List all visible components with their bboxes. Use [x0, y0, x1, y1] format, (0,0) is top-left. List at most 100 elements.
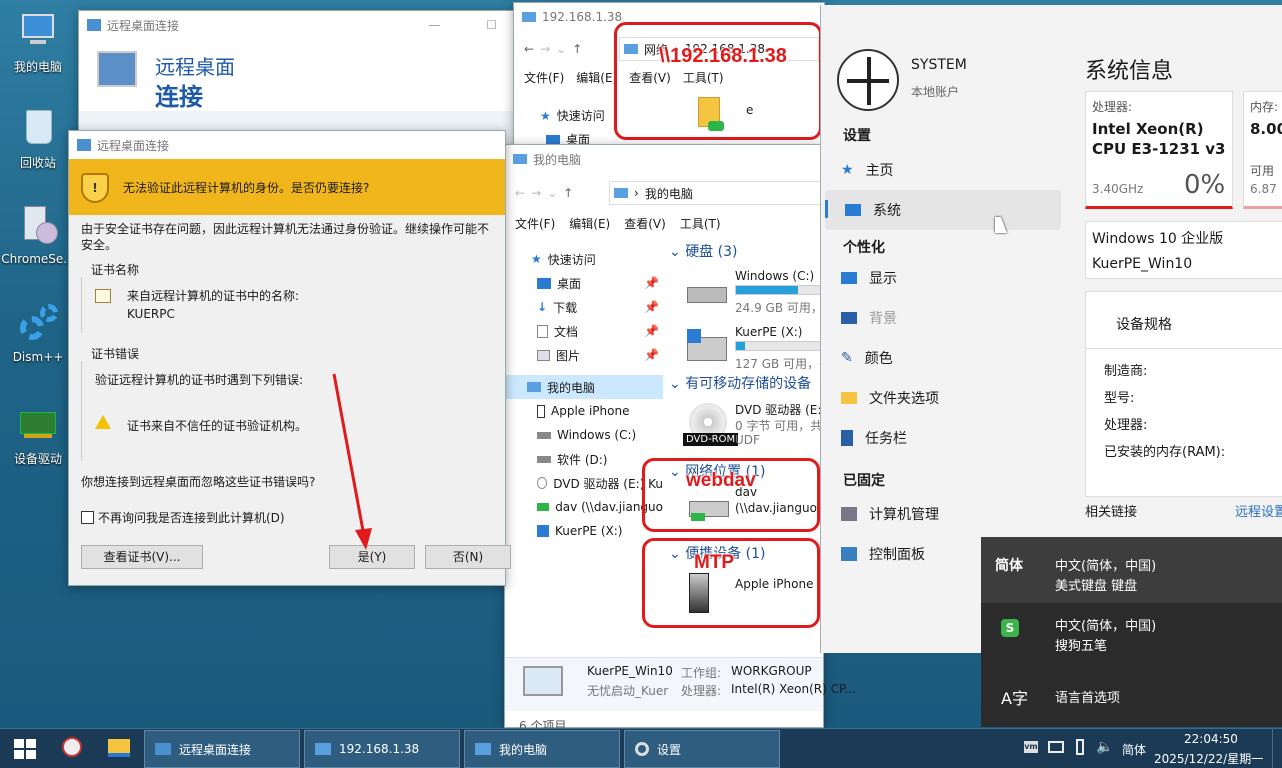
details-pane: KuerPE_Win10 无忧启动_Kuer 工作组: WORKGROUP 处理… — [505, 657, 856, 711]
desktop-icon-device-drivers[interactable]: 设备驱动 — [0, 402, 76, 467]
desktop-icon — [546, 134, 560, 145]
ime-option-english[interactable]: 简体 中文(简体，中国) 美式键盘 键盘 — [981, 537, 1282, 603]
taskbar-icon — [841, 430, 853, 446]
settings-system[interactable]: 系统 — [825, 190, 1061, 230]
windows-logo-icon — [14, 739, 36, 759]
view-certificate-button[interactable]: 查看证书(V)... — [81, 545, 203, 569]
menu-tools[interactable]: 工具(T) — [680, 215, 721, 232]
nav-desktop[interactable]: 桌面 📌 — [505, 271, 663, 295]
nav-iphone[interactable]: Apple iPhone — [505, 399, 663, 423]
nav-drive-c[interactable]: Windows (C:) — [505, 423, 663, 447]
settings-taskbar[interactable]: 任务栏 — [821, 418, 1061, 458]
gear-icon — [16, 302, 60, 346]
maximize-icon[interactable]: ☐ — [486, 18, 497, 32]
nav-drive-d[interactable]: 软件 (D:) — [505, 447, 663, 471]
start-button[interactable] — [14, 739, 36, 759]
cert-name-group: 证书名称 来自远程计算机的证书中的名称: KUERPC — [81, 261, 499, 333]
mouse-cursor-icon — [995, 217, 1007, 233]
usb-tray-icon[interactable] — [1076, 739, 1084, 755]
menu-edit[interactable]: 编辑(E) — [576, 69, 617, 86]
taskbar-my-computer[interactable]: 我的电脑 — [464, 730, 620, 768]
os-card: Windows 10 企业版 KuerPE_Win10 — [1085, 221, 1282, 279]
settings-computer-management[interactable]: 计算机管理 — [821, 494, 1061, 534]
settings-background[interactable]: 背景 — [821, 298, 1061, 338]
nav-pictures[interactable]: 图片 📌 — [505, 343, 663, 367]
remote-settings-link[interactable]: 远程设置 — [1235, 501, 1282, 520]
settings-home[interactable]: ★ 主页 — [821, 150, 1061, 190]
taskbar: 远程桌面连接 192.168.1.38 我的电脑 设置 vm 🔈 简体 22:0… — [0, 728, 1282, 768]
ime-indicator[interactable]: 简体 — [1122, 741, 1146, 758]
desktop-icon-my-computer[interactable]: 我的电脑 — [0, 10, 76, 75]
rdc-window-back: 远程桌面连接 — ☐ 远程桌面 连接 — [78, 10, 518, 150]
minimize-icon[interactable]: — — [428, 18, 440, 32]
network-drive-icon — [537, 503, 550, 511]
navigation-pane: ★ 快速访问 桌面 📌 ↓ 下载 📌 文档 📌 图片 📌 我的电脑 Apple iPhone… — [505, 247, 663, 657]
taskbar-settings[interactable]: 设置 — [624, 730, 780, 768]
group-disk[interactable]: ⌄ 硬盘 (3) — [669, 241, 737, 261]
clock-time[interactable]: 22:04:50 — [1184, 732, 1238, 746]
settings-display[interactable]: 显示 — [821, 258, 1061, 298]
forward-icon[interactable]: → — [531, 186, 541, 200]
computer-management-icon — [841, 507, 857, 521]
computer-icon — [315, 743, 331, 755]
desktop-icon-recycle-bin[interactable]: 回收站 — [0, 106, 76, 171]
settings-folder-options[interactable]: 文件夹选项 — [821, 378, 1061, 418]
warning-triangle-icon — [95, 415, 111, 429]
menu-edit[interactable]: 编辑(E) — [569, 215, 610, 232]
brush-icon: ✎ — [841, 350, 853, 366]
nav-dav[interactable]: dav (\\dav.jianguo — [505, 495, 663, 519]
ime-option-sogou[interactable]: S 中文(简体，中国) 搜狗五笔 — [981, 603, 1282, 665]
network-tray-icon[interactable] — [1048, 741, 1064, 753]
drive-x-item[interactable]: KuerPE (X:) 127 GB 可用，共 — [665, 323, 823, 371]
search-icon[interactable] — [62, 737, 82, 757]
show-desktop-button[interactable] — [1272, 729, 1282, 768]
checkbox-box[interactable] — [81, 511, 94, 524]
menu-file[interactable]: 文件(F) — [515, 215, 555, 232]
group-removable[interactable]: ⌄ 有可移动存储的设备 — [669, 373, 811, 393]
control-panel-icon — [841, 547, 857, 561]
pin-icon: 📌 — [644, 276, 659, 290]
nav-my-computer[interactable]: 我的电脑 — [505, 375, 663, 399]
file-explorer-icon[interactable] — [108, 739, 130, 757]
recycle-bin-icon — [16, 106, 60, 150]
menu-view[interactable]: 查看(V) — [624, 215, 666, 232]
taskbar-network-folder[interactable]: 192.168.1.38 — [304, 730, 460, 768]
selection-indicator — [825, 200, 828, 218]
nav-dvd[interactable]: DVD 驱动器 (E:) Ku — [505, 471, 663, 495]
nav-drive-x[interactable]: KuerPE (X:) — [505, 519, 663, 543]
dont-ask-checkbox[interactable]: 不再询问我是否连接到此计算机(D) — [81, 509, 285, 526]
title-bar: 远程桌面连接 — [69, 131, 505, 159]
chevron-down-icon[interactable]: ⌄ — [556, 42, 566, 56]
disc-icon — [537, 477, 548, 489]
desktop-icon — [537, 277, 551, 289]
address-bar[interactable]: › 我的电脑 — [609, 181, 821, 205]
menu-file[interactable]: 文件(F) — [524, 69, 564, 86]
drive-usage-bar — [735, 341, 823, 351]
clock-date[interactable]: 2025/12/22/星期一 — [1154, 750, 1263, 767]
desktop-icon-chrome-setup[interactable]: ChromeSe... — [0, 204, 76, 266]
language-preferences[interactable]: A字 语言首选项 — [981, 675, 1282, 715]
up-icon[interactable]: ↑ — [572, 42, 582, 56]
back-icon[interactable]: ← — [524, 42, 534, 56]
volume-icon[interactable]: 🔈 — [1096, 739, 1113, 755]
installer-icon — [16, 204, 60, 248]
taskbar-rdc[interactable]: 远程桌面连接 — [144, 730, 300, 768]
forward-icon[interactable]: → — [540, 42, 550, 56]
dvd-item[interactable]: DVD-ROM DVD 驱动器 (E: 0 字节 可用，共 UDF — [665, 397, 823, 457]
vm-tray-icon[interactable]: vm — [1024, 741, 1038, 753]
star-icon: ★ — [841, 162, 854, 178]
nav-quick-access[interactable]: ★ 快速访问 — [505, 247, 663, 271]
drive-icon — [537, 431, 551, 439]
settings-colors[interactable]: ✎ 颜色 — [821, 338, 1061, 378]
desktop-icon-dism[interactable]: Dism++ — [0, 302, 76, 364]
nav-downloads[interactable]: ↓ 下载 📌 — [505, 295, 663, 319]
folder-icon — [841, 392, 857, 404]
nav-documents[interactable]: 文档 📌 — [505, 319, 663, 343]
back-icon[interactable]: ← — [515, 186, 525, 200]
title-bar: 我的电脑 — [505, 145, 823, 173]
drive-c-item[interactable]: Windows (C:) 24.9 GB 可用， — [665, 267, 823, 315]
computer-icon — [527, 382, 541, 392]
no-button[interactable]: 否(N) — [425, 545, 511, 569]
up-icon[interactable]: ↑ — [563, 186, 573, 200]
chevron-down-icon[interactable]: ⌄ — [547, 186, 557, 200]
